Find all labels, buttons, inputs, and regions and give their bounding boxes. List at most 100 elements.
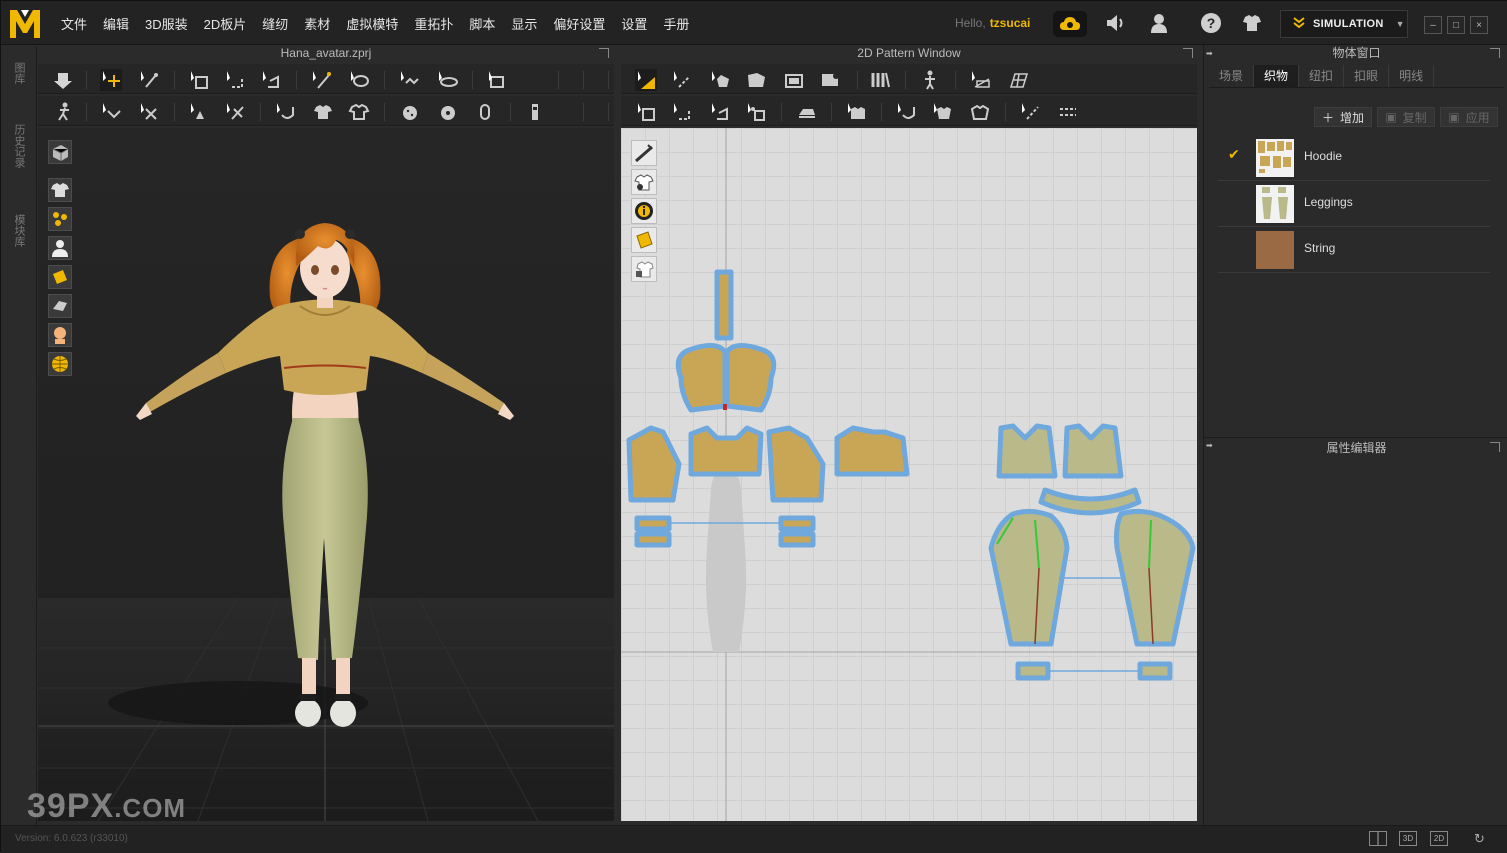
popout-2d-icon[interactable] [1183,48,1193,58]
fabric-item[interactable]: Leggings [1218,181,1490,227]
seam-line-icon[interactable] [869,69,891,91]
pattern-window-2d[interactable] [621,128,1197,821]
view-3d-button[interactable]: 3D [1399,831,1417,846]
view-2d-button[interactable]: 2D [1430,831,1448,846]
refresh-icon[interactable]: ↻ [1474,831,1485,847]
select-avatar-icon[interactable] [52,101,74,123]
maximize-button[interactable]: □ [1447,16,1465,34]
side-tab-history[interactable]: 历史记录 [11,124,27,168]
menu-avatar[interactable]: 虚拟模特 [346,14,398,33]
show-garment-icon[interactable] [312,101,334,123]
sew-3d-icon[interactable] [274,101,296,123]
segment-sewing-icon[interactable] [845,101,867,123]
segment-topstitch-icon[interactable] [1057,101,1079,123]
texture-surface-icon[interactable] [48,294,72,318]
fabric-item[interactable]: ✔ Hoodie [1218,135,1490,181]
particle-distance-icon[interactable] [48,207,72,231]
button-select-icon[interactable] [436,101,458,123]
menu-3d-garment[interactable]: 3D服装 [145,14,188,33]
notch-icon[interactable] [671,101,693,123]
zipper-icon[interactable] [524,101,546,123]
fold-icon[interactable] [188,69,210,91]
button-tool-icon[interactable] [398,101,420,123]
copy-fabric-button[interactable]: ▣ 复制 [1377,107,1435,127]
popout-property-editor-icon[interactable] [1490,442,1500,452]
username[interactable]: tzsucai [990,16,1031,30]
tab-fabric[interactable]: 织物 [1254,65,1300,87]
tack-icon[interactable] [348,69,370,91]
close-button[interactable]: × [1470,16,1488,34]
m-n-sewing-icon[interactable] [931,101,953,123]
split-view-icon[interactable] [1369,831,1387,846]
lock-garment-icon[interactable] [631,256,657,282]
menu-preferences[interactable]: 偏好设置 [553,14,605,33]
tab-scene[interactable]: 场景 [1209,65,1255,87]
viewport-3d[interactable] [38,128,614,821]
user-icon[interactable] [1148,12,1170,34]
side-tab-modules[interactable]: 模块库 [11,214,27,247]
menu-materials[interactable]: 素材 [304,14,330,33]
menu-sewing[interactable]: 缝纫 [262,14,288,33]
garment-display-icon[interactable] [48,178,72,202]
buttonhole-icon[interactable] [474,101,496,123]
popout-object-browser-icon[interactable] [1490,48,1500,58]
transform-pattern-icon[interactable] [635,69,657,91]
menu-display[interactable]: 显示 [511,14,537,33]
environment-globe-icon[interactable] [48,352,72,376]
shrinkwrap-edit-icon[interactable] [224,101,246,123]
avatar-skin-icon[interactable] [48,323,72,347]
shrinkwrap-icon[interactable] [188,101,210,123]
fabric-texture-icon[interactable] [48,265,72,289]
edit-curvature-icon[interactable] [709,69,731,91]
pleat-icon[interactable] [745,101,767,123]
texture-edit-icon[interactable] [795,101,817,123]
popout-3d-icon[interactable] [599,48,609,58]
menu-settings[interactable]: 设置 [621,14,647,33]
check-sewing-icon[interactable] [969,101,991,123]
polygon-icon[interactable] [745,69,767,91]
avatar-show-icon[interactable] [48,236,72,260]
avatar-2d-icon[interactable] [919,69,941,91]
info-icon[interactable] [631,198,657,224]
add-fabric-button[interactable]: ＋ 增加 [1314,107,1372,127]
cloud-sync-button[interactable] [1053,11,1087,37]
tab-buttonhole[interactable]: 扣眼 [1344,65,1390,87]
menu-manual[interactable]: 手册 [663,14,689,33]
arrangement-point-icon[interactable] [100,101,122,123]
free-sewing-icon[interactable] [895,101,917,123]
show-garment-fit-icon[interactable] [348,101,370,123]
select-mesh-icon[interactable] [52,69,74,91]
tab-topstitch[interactable]: 明线 [1389,65,1435,87]
arrangement-add-icon[interactable] [138,101,160,123]
fold-2d-icon[interactable] [635,101,657,123]
fabric-texture-2d-icon[interactable] [631,227,657,253]
fabric-item[interactable]: String [1218,227,1490,273]
transform-move-icon[interactable] [100,69,122,91]
internal-shape-icon[interactable] [819,69,841,91]
show-3d-garment-icon[interactable] [631,169,657,195]
avatar-display-icon[interactable] [48,140,72,164]
tab-button[interactable]: 纽扣 [1299,65,1345,87]
topstitch-icon[interactable] [1019,101,1041,123]
grading-icon[interactable] [969,69,991,91]
measure-icon[interactable] [398,69,420,91]
measure-circumference-icon[interactable] [436,69,458,91]
rectangle-icon[interactable] [783,69,805,91]
apply-fabric-button[interactable]: ▣ 应用 [1440,107,1498,127]
pattern-pen-icon[interactable] [631,140,657,166]
simulation-mode-button[interactable]: SIMULATION ▼ [1280,10,1408,38]
menu-retopology[interactable]: 重拓扑 [414,14,453,33]
dropdown-arrow-icon[interactable]: ▼ [1396,19,1405,29]
menu-2d-pattern[interactable]: 2D板片 [204,14,247,33]
dart-icon[interactable] [709,101,731,123]
minimize-button[interactable]: – [1424,16,1442,34]
tape-icon[interactable] [486,69,508,91]
fold-angle-icon[interactable] [260,69,282,91]
menu-file[interactable]: 文件 [61,14,87,33]
menu-edit[interactable]: 编辑 [103,14,129,33]
garment-add-icon[interactable] [1241,12,1263,34]
grid-icon[interactable] [1007,69,1029,91]
side-tab-library[interactable]: 图库 [11,62,27,84]
pin-icon[interactable] [310,69,332,91]
fold-arrange-icon[interactable] [224,69,246,91]
